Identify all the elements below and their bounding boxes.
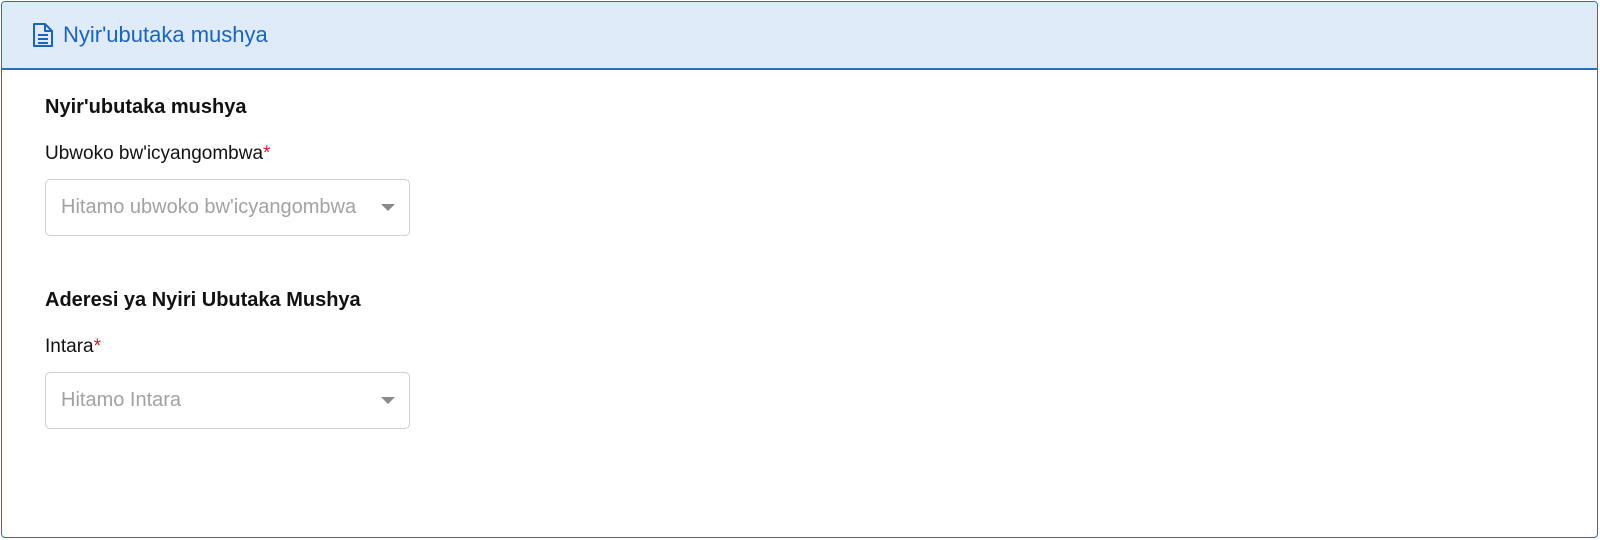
chevron-down-icon[interactable] bbox=[381, 204, 395, 211]
province-placeholder: Hitamo Intara bbox=[61, 389, 182, 411]
panel-header: Nyir'ubutaka mushya bbox=[2, 2, 1597, 70]
required-marker: * bbox=[93, 336, 101, 357]
document-type-label: Ubwoko bw'icyangombwa* bbox=[45, 143, 1597, 165]
document-type-label-text: Ubwoko bw'icyangombwa bbox=[45, 143, 264, 164]
panel-title: Nyir'ubutaka mushya bbox=[63, 22, 268, 47]
section-owner-address: Aderesi ya Nyiri Ubutaka Mushya Intara* … bbox=[45, 288, 1597, 429]
province-label-text: Intara bbox=[45, 336, 94, 357]
province-select[interactable]: Hitamo Intara bbox=[45, 372, 410, 429]
province-label: Intara* bbox=[45, 336, 1597, 358]
document-type-placeholder: Hitamo ubwoko bw'icyangombwa bbox=[61, 196, 357, 218]
section-title-owner-address: Aderesi ya Nyiri Ubutaka Mushya bbox=[45, 289, 361, 311]
document-type-select[interactable]: Hitamo ubwoko bw'icyangombwa bbox=[45, 179, 410, 236]
section-new-owner: Nyir'ubutaka mushya Ubwoko bw'icyangombw… bbox=[45, 95, 1597, 236]
chevron-down-icon[interactable] bbox=[381, 397, 395, 404]
required-marker: * bbox=[263, 143, 271, 164]
section-title-new-owner: Nyir'ubutaka mushya bbox=[45, 96, 247, 118]
panel-body: Nyir'ubutaka mushya Ubwoko bw'icyangombw… bbox=[2, 70, 1597, 429]
form-panel: Nyir'ubutaka mushya Nyir'ubutaka mushya … bbox=[1, 1, 1598, 538]
document-icon bbox=[32, 22, 54, 48]
